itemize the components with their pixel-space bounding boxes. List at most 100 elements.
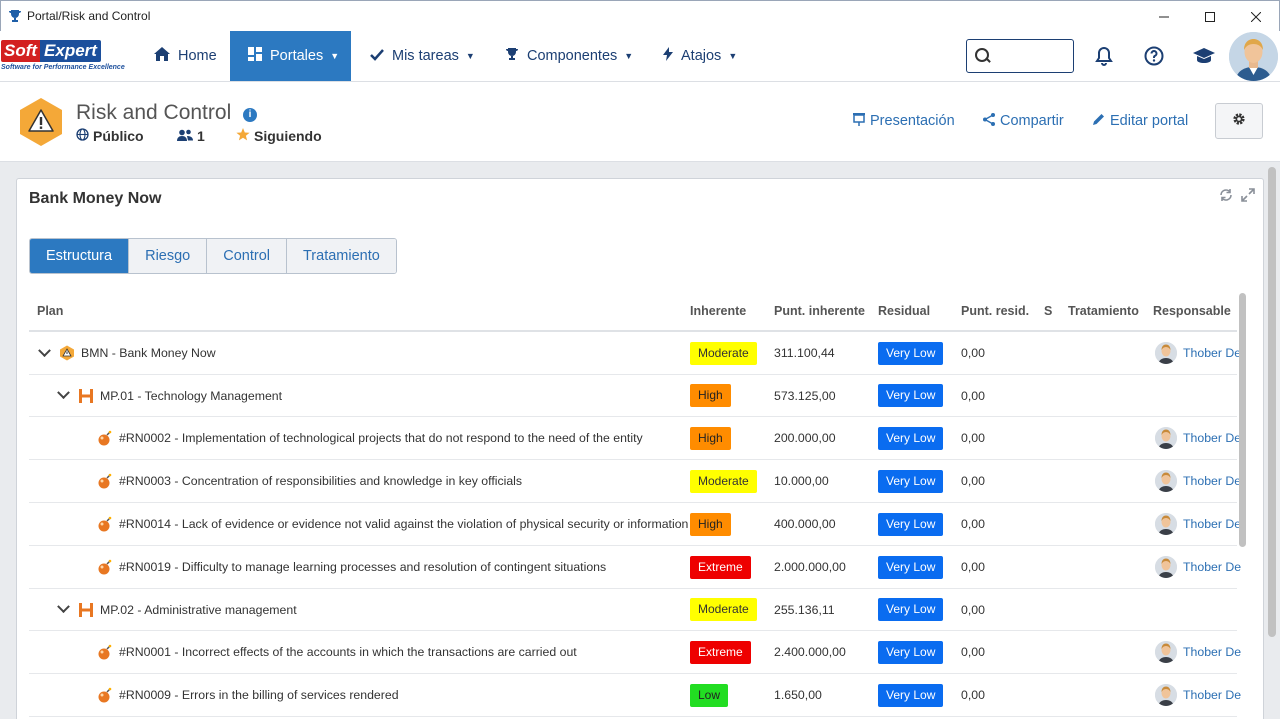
col-inherente[interactable]: Inherente <box>690 304 746 318</box>
search-input[interactable] <box>995 48 1065 64</box>
responsible-link[interactable]: Thober De <box>1155 546 1241 588</box>
risk-bomb-icon <box>97 559 113 575</box>
caret-down-icon: ▼ <box>624 51 634 61</box>
nav-home-label: Home <box>178 48 217 64</box>
following-meta[interactable]: Siguiendo <box>236 128 322 144</box>
plan-name: MP.02 - Administrative management <box>100 602 297 617</box>
chevron-down-icon[interactable] <box>56 389 70 403</box>
col-plan[interactable]: Plan <box>37 304 63 318</box>
responsible-link[interactable]: Thober De <box>1155 674 1241 716</box>
bolt-icon <box>663 47 673 65</box>
presentacion-label: Presentación <box>870 113 955 129</box>
inherent-score: 400.000,00 <box>774 517 836 531</box>
share-icon <box>983 113 995 129</box>
softexpert-logo[interactable]: Soft Expert Software for Performance Exc… <box>1 40 131 74</box>
help-icon[interactable] <box>1142 44 1166 68</box>
responsible-link[interactable]: Thober De <box>1155 332 1241 374</box>
window-title: Portal/Risk and Control <box>27 9 151 23</box>
tab-tratamiento[interactable]: Tratamiento <box>286 239 396 273</box>
nav-atajos-label: Atajos <box>681 48 722 64</box>
residual-level-badge: Very Low <box>878 426 944 450</box>
avatar <box>1155 513 1177 535</box>
residual-level-badge: Very Low <box>878 341 944 365</box>
settings-button[interactable] <box>1215 103 1263 139</box>
chevron-down-icon[interactable] <box>37 346 51 360</box>
expand-icon[interactable] <box>1241 188 1255 205</box>
minimize-button[interactable] <box>1141 1 1187 32</box>
risk-table: Plan Inherente Punt. inherente Residual … <box>29 292 1241 717</box>
nav-home[interactable]: Home <box>154 31 217 81</box>
tab-riesgo[interactable]: Riesgo <box>129 239 208 273</box>
presentacion-button[interactable]: Presentación <box>853 113 955 129</box>
table-row[interactable]: MP.02 - Administrative management Modera… <box>29 589 1237 631</box>
inherent-level-badge: High <box>690 512 731 536</box>
refresh-icon[interactable] <box>1219 188 1233 205</box>
logo-soft: Soft <box>1 40 41 62</box>
inherent-score: 255.136,11 <box>774 602 835 617</box>
residual-score: 0,00 <box>961 602 985 617</box>
table-row[interactable]: #RN0002 - Implementation of technologica… <box>29 417 1241 460</box>
col-responsable[interactable]: Responsable <box>1153 304 1231 318</box>
inherent-level-badge: High <box>690 426 731 450</box>
residual-score: 0,00 <box>961 688 985 702</box>
risk-bomb-icon <box>97 473 113 489</box>
compartir-button[interactable]: Compartir <box>983 113 1064 129</box>
col-s[interactable]: S <box>1044 304 1052 318</box>
chevron-down-icon[interactable] <box>56 603 70 617</box>
nav-portales[interactable]: Portales ▼ <box>230 31 351 81</box>
info-icon[interactable]: i <box>243 108 257 122</box>
table-row[interactable]: #RN0014 - Lack of evidence or evidence n… <box>29 503 1241 546</box>
inherent-level-badge: Extreme <box>690 555 751 579</box>
user-avatar[interactable] <box>1229 32 1278 81</box>
table-row[interactable]: BMN - Bank Money Now Moderate 311.100,44… <box>29 332 1241 375</box>
inherent-score: 573.125,00 <box>774 388 836 403</box>
members-meta[interactable]: 1 <box>177 128 205 144</box>
star-icon <box>236 128 250 144</box>
nav-mis-tareas-label: Mis tareas <box>392 48 459 64</box>
col-punt-inherente[interactable]: Punt. inherente <box>774 304 865 318</box>
table-scrollbar[interactable] <box>1239 293 1246 547</box>
presentation-icon <box>853 113 865 129</box>
logo-tagline: Software for Performance Excellence <box>1 64 125 71</box>
responsible-link[interactable]: Thober De <box>1155 631 1241 673</box>
table-row[interactable]: #RN0003 - Concentration of responsibilit… <box>29 460 1241 503</box>
table-row[interactable]: #RN0009 - Errors in the billing of servi… <box>29 674 1241 717</box>
close-button[interactable] <box>1233 1 1279 32</box>
col-residual[interactable]: Residual <box>878 304 930 318</box>
nav-mis-tareas[interactable]: Mis tareas ▼ <box>370 31 475 81</box>
table-row[interactable]: MP.01 - Technology Management High 573.1… <box>29 375 1237 417</box>
responsible-link[interactable]: Thober De <box>1155 417 1241 459</box>
caret-down-icon: ▼ <box>728 51 738 61</box>
page-title: Risk and Control <box>76 101 232 124</box>
warning-icon <box>16 97 66 147</box>
col-punt-resid[interactable]: Punt. resid. <box>961 304 1029 318</box>
responsible-link[interactable]: Thober De <box>1155 503 1241 545</box>
avatar <box>1155 342 1177 364</box>
nav-componentes-label: Componentes <box>527 48 618 64</box>
residual-score: 0,00 <box>961 517 985 531</box>
pencil-icon <box>1092 113 1105 129</box>
trophy-icon <box>6 7 24 25</box>
graduation-cap-icon[interactable] <box>1192 44 1216 68</box>
inherent-score: 10.000,00 <box>774 474 829 488</box>
responsible-name: Thober De <box>1183 560 1242 574</box>
tab-estructura[interactable]: Estructura <box>30 239 130 273</box>
editar-portal-button[interactable]: Editar portal <box>1092 113 1188 129</box>
inherent-level-badge: Moderate <box>690 341 757 365</box>
members-count: 1 <box>197 128 205 144</box>
bell-icon[interactable] <box>1092 44 1116 68</box>
dashboard-icon <box>248 47 262 65</box>
table-row[interactable]: #RN0001 - Incorrect effects of the accou… <box>29 631 1241 674</box>
nav-atajos[interactable]: Atajos ▼ <box>663 31 737 81</box>
nav-componentes[interactable]: Componentes ▼ <box>505 31 633 81</box>
tab-control[interactable]: Control <box>207 239 287 273</box>
search-box[interactable] <box>966 39 1074 73</box>
table-row[interactable]: #RN0019 - Difficulty to manage learning … <box>29 546 1241 589</box>
col-tratamiento[interactable]: Tratamiento <box>1068 304 1139 318</box>
inherent-level-badge: Extreme <box>690 640 751 664</box>
responsible-link[interactable]: Thober De <box>1155 460 1241 502</box>
top-navigation: Soft Expert Software for Performance Exc… <box>0 31 1280 82</box>
page-scrollbar[interactable] <box>1268 167 1276 637</box>
maximize-button[interactable] <box>1187 1 1233 32</box>
inherent-score: 2.400.000,00 <box>774 645 846 659</box>
